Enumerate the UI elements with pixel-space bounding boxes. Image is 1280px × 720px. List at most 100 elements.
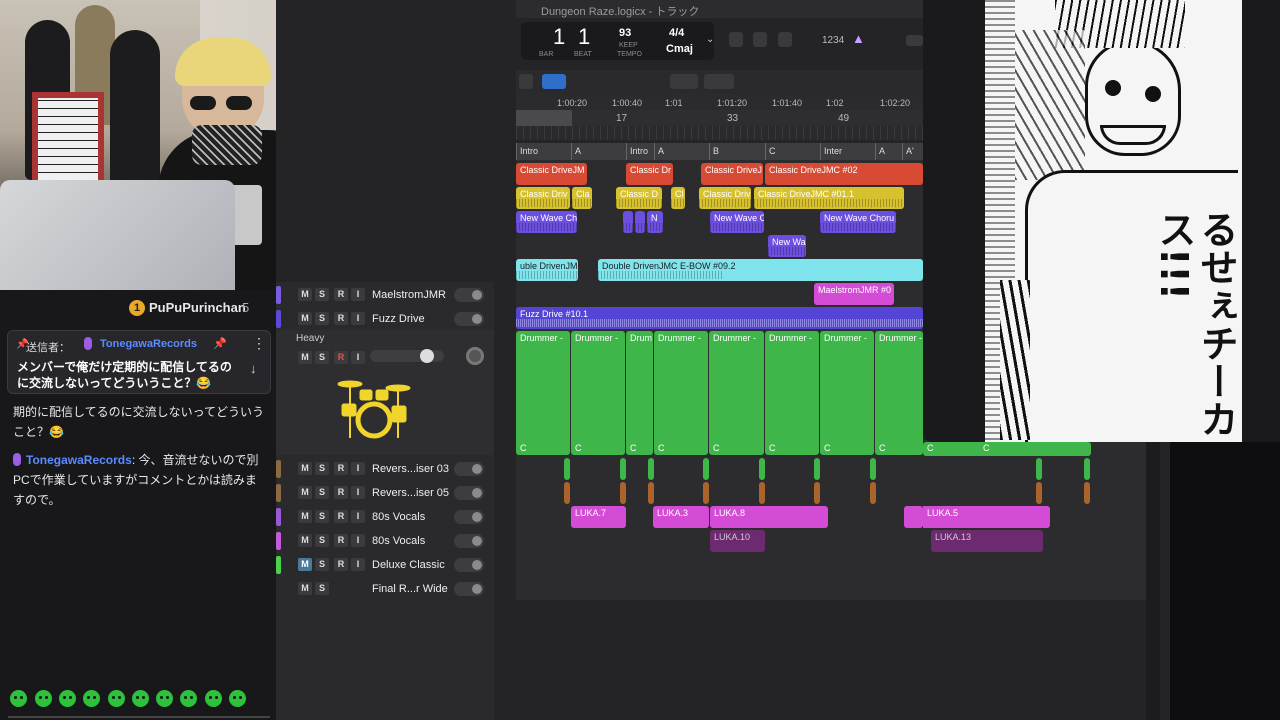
solo-icon[interactable] xyxy=(778,32,792,47)
mute-button[interactable]: M xyxy=(298,462,312,475)
timeline-ruler[interactable]: 1:00:20 1:00:40 1:01 1:01:20 1:01:40 1:0… xyxy=(516,94,923,126)
input-monitor-button[interactable]: I xyxy=(351,486,365,499)
track-header[interactable]: M S R I 80s Vocals xyxy=(276,530,494,552)
pencil-icon[interactable] xyxy=(753,32,767,47)
drummer-region[interactable]: Drummer -C xyxy=(516,331,570,455)
track-on-toggle[interactable] xyxy=(454,288,484,302)
marker[interactable]: A xyxy=(654,143,709,160)
pin-icon[interactable]: 📌 xyxy=(213,337,227,350)
audio-region[interactable]: Classic D xyxy=(616,187,662,209)
solo-button[interactable]: S xyxy=(315,510,329,523)
audio-region[interactable]: uble DrivenJM xyxy=(516,259,578,281)
record-enable-button[interactable]: R xyxy=(334,534,348,547)
catch-icon[interactable] xyxy=(519,74,533,89)
marker[interactable]: A' xyxy=(902,143,923,160)
audio-region[interactable] xyxy=(620,482,626,504)
mute-button[interactable]: M xyxy=(298,312,312,325)
audio-region[interactable]: Classic Dr xyxy=(626,163,673,185)
track-name[interactable]: 80s Vocals xyxy=(372,535,425,547)
audio-region[interactable] xyxy=(623,211,633,233)
arrange-area[interactable]: Classic DriveJM Classic Dr Classic Drive… xyxy=(516,160,923,600)
solo-button[interactable]: S xyxy=(315,462,329,475)
audio-region[interactable]: LUKA.7 xyxy=(571,506,626,528)
scrollbar[interactable] xyxy=(1146,440,1160,720)
input-monitor-button[interactable]: I xyxy=(351,558,365,571)
track-name[interactable]: Revers...iser 03 xyxy=(372,463,449,475)
marker[interactable]: Inter xyxy=(820,143,875,160)
input-monitor-button[interactable]: I xyxy=(351,351,365,364)
emote-icon[interactable] xyxy=(132,690,149,707)
audio-region[interactable]: LUKA.13 xyxy=(931,530,1043,552)
emote-icon[interactable] xyxy=(10,690,27,707)
snap-icon[interactable] xyxy=(542,74,566,89)
track-name[interactable]: Final R...r Wide xyxy=(372,583,448,595)
pinned-message[interactable]: 📌 送信者： TonegawaRecords 📌 ⋮ メンバーで俺だけ定期的に配… xyxy=(7,330,271,394)
emote-icon[interactable] xyxy=(156,690,173,707)
drummer-region[interactable]: Drummer -C xyxy=(820,331,874,455)
track-name[interactable]: Deluxe Classic xyxy=(372,559,445,571)
audio-region[interactable] xyxy=(648,482,654,504)
input-monitor-button[interactable]: I xyxy=(351,288,365,301)
audio-region[interactable]: Cl xyxy=(671,187,685,209)
more-options-icon[interactable]: ⋮ xyxy=(252,335,266,352)
audio-region[interactable] xyxy=(703,458,709,480)
track-on-toggle[interactable] xyxy=(454,486,484,500)
audio-region[interactable] xyxy=(1084,482,1090,504)
track-name[interactable]: 80s Vocals xyxy=(372,511,425,523)
audio-region[interactable] xyxy=(648,458,654,480)
audio-region[interactable] xyxy=(759,482,765,504)
marker[interactable]: B xyxy=(709,143,765,160)
drummer-region[interactable]: Drummer -C xyxy=(765,331,819,455)
audio-region[interactable] xyxy=(814,482,820,504)
pan-knob[interactable] xyxy=(466,347,484,365)
mute-button[interactable]: M xyxy=(298,582,312,595)
record-enable-button[interactable]: R xyxy=(334,351,348,364)
record-enable-button[interactable]: R xyxy=(334,462,348,475)
mute-button[interactable]: M xyxy=(298,510,312,523)
audio-region[interactable]: Classic DriveJ xyxy=(701,163,763,185)
audio-region[interactable]: LUKA.3 xyxy=(653,506,709,528)
drummer-region[interactable]: Drum C xyxy=(626,331,653,455)
audio-region[interactable]: Fuzz Drive #10.1 xyxy=(516,307,923,329)
mute-button[interactable]: M xyxy=(298,558,312,571)
metronome-icon[interactable]: ▲ xyxy=(852,31,865,46)
input-monitor-button[interactable]: I xyxy=(351,510,365,523)
count-in-label[interactable]: 1234 xyxy=(822,35,844,46)
pinned-sender-name[interactable]: TonegawaRecords xyxy=(100,338,197,350)
track-header[interactable]: M S Final R...r Wide xyxy=(276,578,494,600)
audio-region[interactable] xyxy=(1036,482,1042,504)
drummer-region[interactable]: Drummer -C xyxy=(654,331,708,455)
solo-button[interactable]: S xyxy=(315,558,329,571)
record-enable-button[interactable]: R xyxy=(334,312,348,325)
track-on-toggle[interactable] xyxy=(454,462,484,476)
track-on-toggle[interactable] xyxy=(454,510,484,524)
audio-region[interactable] xyxy=(564,482,570,504)
emote-icon[interactable] xyxy=(205,690,222,707)
audio-region[interactable]: MaelstromJMR #0 xyxy=(814,283,894,305)
volume-fader[interactable] xyxy=(370,349,444,363)
cycle-icon[interactable] xyxy=(729,32,743,47)
input-monitor-button[interactable]: I xyxy=(351,462,365,475)
audio-region[interactable]: LUKA.10 xyxy=(710,530,765,552)
track-on-toggle[interactable] xyxy=(454,534,484,548)
input-monitor-button[interactable]: I xyxy=(351,534,365,547)
solo-button[interactable]: S xyxy=(315,312,329,325)
marker[interactable]: A xyxy=(571,143,626,160)
emote-icon[interactable] xyxy=(180,690,197,707)
track-name[interactable]: MaelstromJMR xyxy=(372,289,446,301)
track-header[interactable]: M S R I Fuzz Drive xyxy=(276,308,494,330)
input-monitor-button[interactable]: I xyxy=(351,312,365,325)
drummer-region[interactable]: Drummer -C xyxy=(571,331,625,455)
track-header[interactable]: M S R I MaelstromJMR xyxy=(276,284,494,306)
marker[interactable]: Intro xyxy=(626,143,654,160)
mute-button[interactable]: M xyxy=(298,288,312,301)
audio-region[interactable]: Classic DriveJMC #02 xyxy=(765,163,923,185)
audio-region[interactable]: N xyxy=(647,211,663,233)
view-toggle[interactable] xyxy=(906,35,923,46)
track-header[interactable]: M S R I Deluxe Classic xyxy=(276,554,494,576)
solo-button[interactable]: S xyxy=(315,351,329,364)
drummer-track-header[interactable]: Heavy M S R I xyxy=(276,330,494,455)
audio-region[interactable] xyxy=(759,458,765,480)
track-header[interactable]: M S R I Revers...iser 03 xyxy=(276,458,494,480)
drummer-region[interactable]: Drummer -C xyxy=(875,331,923,455)
